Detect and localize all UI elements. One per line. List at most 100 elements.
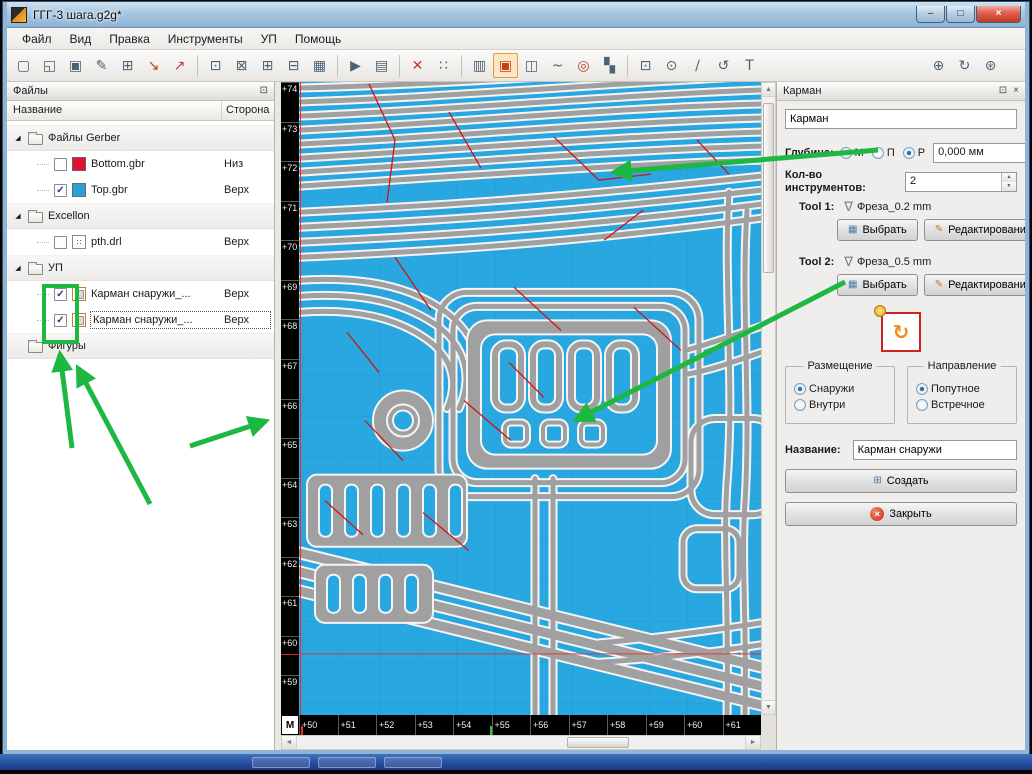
expander-icon[interactable]: ◢ — [13, 212, 23, 220]
op-copy-icon[interactable]: ⊕ — [926, 53, 951, 78]
new-file-icon[interactable]: ▢ — [11, 53, 36, 78]
text-tool-icon[interactable]: T — [737, 53, 762, 78]
radio-icon[interactable] — [871, 147, 884, 159]
menu-up[interactable]: УП — [252, 29, 286, 49]
depth-value[interactable]: 0,000 мм — [934, 144, 1025, 162]
tool-count-spinner[interactable]: 2 ▲ ▼ — [905, 171, 1017, 192]
menu-view[interactable]: Вид — [61, 29, 101, 49]
tree-folder-figures[interactable]: Фигуры — [7, 333, 274, 359]
save-all-icon[interactable]: ⊞ — [115, 53, 140, 78]
drill-grid-icon[interactable]: ∷ — [431, 53, 456, 78]
layers-icon[interactable]: ◫ — [519, 53, 544, 78]
tree-item-pth-drl[interactable]: ∷ pth.drl Верх — [7, 229, 274, 255]
vertical-scrollbar[interactable]: ▲ ▼ — [761, 82, 776, 715]
arc-tool-icon[interactable]: ↺ — [711, 53, 736, 78]
spin-up-icon[interactable]: ▲ — [1002, 172, 1016, 182]
shrink-region-icon[interactable]: ⊟ — [281, 53, 306, 78]
tree-item-pocket-1[interactable]: ✓ Карман снаружи_... Верх — [7, 281, 274, 307]
circle-tool-icon[interactable]: ⊙ — [659, 53, 684, 78]
expander-icon[interactable]: ◢ — [13, 264, 23, 272]
depth-option-r[interactable]: Р — [902, 147, 925, 159]
save-icon[interactable]: ▣ — [63, 53, 88, 78]
pocket-panel-header[interactable]: Карман ⊡ × — [777, 82, 1025, 101]
op-rotate-icon[interactable]: ↻ — [952, 53, 977, 78]
op-mirror-icon[interactable]: ⊛ — [978, 53, 1003, 78]
report-icon[interactable]: ▤ — [369, 53, 394, 78]
tree-item-pocket-2[interactable]: ✓ Карман снаружи_... Верх — [7, 307, 274, 333]
spinner-arrows[interactable]: ▲ ▼ — [1001, 172, 1016, 191]
placement-inside[interactable]: Внутри — [794, 399, 886, 412]
checkbox-top-gbr[interactable]: ✓ — [54, 183, 67, 197]
pocket-view-icon[interactable]: ▣ — [493, 53, 518, 78]
pocket-name-field[interactable] — [852, 440, 1017, 461]
hatch-icon[interactable]: ▚ — [597, 53, 622, 78]
zoom-region-icon[interactable]: ⊞ — [255, 53, 280, 78]
radio-icon[interactable] — [916, 399, 928, 412]
tree-folder-gerber[interactable]: ◢ Файлы Gerber — [7, 125, 274, 151]
tool1-select-button[interactable]: ▦ Выбрать — [837, 219, 918, 242]
point-grid-icon[interactable]: ⊡ — [633, 53, 658, 78]
radio-icon[interactable] — [794, 399, 806, 412]
tool2-edit-button[interactable]: ✎ Редактировани — [923, 274, 1025, 297]
menu-help[interactable]: Помощь — [286, 29, 350, 49]
tree-item-top-gbr[interactable]: ✓ Top.gbr Верх — [7, 177, 274, 203]
target-icon[interactable]: ◎ — [571, 53, 596, 78]
scroll-down-icon[interactable]: ▼ — [762, 700, 775, 714]
column-side[interactable]: Сторона — [222, 101, 274, 120]
open-folder-icon[interactable]: ◱ — [37, 53, 62, 78]
direction-climb[interactable]: Попутное — [916, 383, 1008, 396]
float-panel-icon[interactable]: ⊡ — [999, 86, 1007, 96]
maximize-button[interactable]: □ — [946, 6, 975, 23]
tool-count-value[interactable]: 2 — [906, 173, 1001, 191]
spin-down-icon[interactable]: ▼ — [1002, 181, 1016, 191]
tree-folder-excellon[interactable]: ◢ Excellon — [7, 203, 274, 229]
curve-icon[interactable]: ~ — [545, 53, 570, 78]
files-panel-header[interactable]: Файлы ⊡ — [7, 82, 274, 101]
export-icon[interactable]: ↗ — [167, 53, 192, 78]
ruler-unit-box[interactable]: M — [281, 715, 299, 735]
transform-icon[interactable]: ✕ — [405, 53, 430, 78]
close-button[interactable]: × — [976, 6, 1021, 23]
horizontal-scroll-thumb[interactable] — [567, 737, 629, 748]
tree-folder-up[interactable]: ◢ УП — [7, 255, 274, 281]
column-name[interactable]: Название — [7, 101, 222, 120]
checkbox-pth-drl[interactable] — [54, 235, 67, 249]
float-panel-icon[interactable]: ⊡ — [260, 86, 268, 96]
pocket-title-input[interactable] — [785, 109, 1017, 129]
checkbox-pocket-1[interactable]: ✓ — [54, 287, 67, 301]
menu-file[interactable]: Файл — [13, 29, 61, 49]
radio-icon[interactable] — [902, 147, 915, 159]
scroll-left-icon[interactable]: ◄ — [282, 736, 297, 749]
run-icon[interactable]: ▶ — [343, 53, 368, 78]
crop-region-icon[interactable]: ⊠ — [229, 53, 254, 78]
radio-icon[interactable] — [794, 383, 806, 396]
titlebar[interactable]: ГГГ-3 шага.g2g* – □ × — [7, 2, 1025, 28]
menu-edit[interactable]: Правка — [100, 29, 159, 49]
taskbar[interactable] — [0, 754, 1032, 770]
radio-icon[interactable] — [839, 147, 852, 159]
close-dialog-button[interactable]: × Закрыть — [785, 502, 1017, 527]
copper-layer-icon[interactable]: ▥ — [467, 53, 492, 78]
expander-icon[interactable]: ◢ — [13, 134, 23, 142]
minimize-button[interactable]: – — [916, 6, 945, 23]
scroll-right-icon[interactable]: ► — [745, 736, 760, 749]
scroll-up-icon[interactable]: ▲ — [762, 83, 775, 97]
tile-view-icon[interactable]: ▦ — [307, 53, 332, 78]
tool1-edit-button[interactable]: ✎ Редактировани — [923, 219, 1025, 242]
pcb-canvas[interactable] — [299, 82, 761, 715]
checkbox-pocket-2[interactable]: ✓ — [54, 313, 67, 327]
create-button[interactable]: ⊞ Создать — [785, 469, 1017, 494]
vertical-scroll-thumb[interactable] — [763, 103, 774, 273]
import-icon[interactable]: ↘ — [141, 53, 166, 78]
taskbar-item[interactable] — [384, 756, 442, 768]
taskbar-item[interactable] — [318, 756, 376, 768]
radio-icon[interactable] — [916, 383, 928, 396]
depth-spinner[interactable]: 0,000 мм ▲▼ — [933, 143, 1025, 163]
placement-outside[interactable]: Снаружи — [794, 383, 886, 396]
direction-conventional[interactable]: Встречное — [916, 399, 1008, 412]
select-frame-icon[interactable]: ⊡ — [203, 53, 228, 78]
tool2-select-button[interactable]: ▦ Выбрать — [837, 274, 918, 297]
taskbar-item[interactable] — [252, 756, 310, 768]
horizontal-scrollbar[interactable]: ◄ ► — [281, 735, 761, 750]
save-as-icon[interactable]: ✎ — [89, 53, 114, 78]
